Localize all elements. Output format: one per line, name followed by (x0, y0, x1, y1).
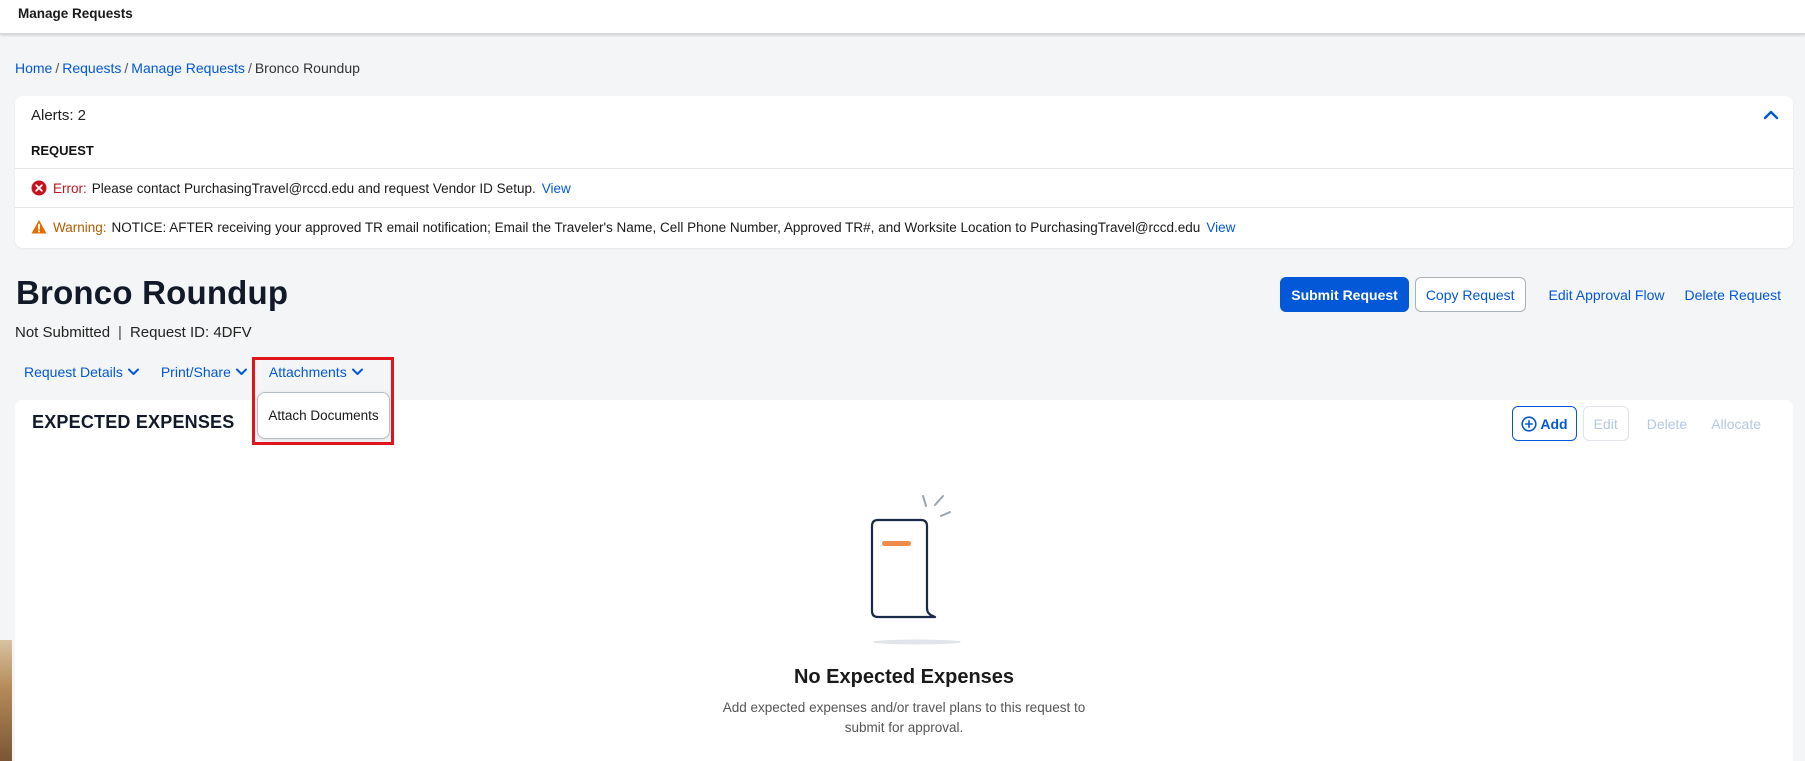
expected-expenses-panel: EXPECTED EXPENSES Add Edit Delete Alloca… (15, 400, 1793, 761)
breadcrumb-separator: / (124, 60, 129, 76)
breadcrumb-home[interactable]: Home (15, 60, 52, 76)
attachments-label: Attachments (268, 364, 347, 380)
edit-approval-flow-button[interactable]: Edit Approval Flow (1543, 277, 1671, 312)
breadcrumb-manage-requests[interactable]: Manage Requests (131, 60, 245, 76)
empty-state-line: Add expected expenses and/or travel plan… (722, 700, 1086, 715)
alert-warning-label: Warning: (53, 219, 107, 235)
alert-error-view-link[interactable]: View (542, 181, 571, 196)
allocate-expense-button[interactable]: Allocate (1705, 406, 1767, 441)
chevron-down-icon (351, 368, 363, 375)
attachments-menu[interactable]: Attachments (269, 364, 363, 380)
chevron-down-icon (127, 368, 139, 375)
alert-error-row: Error: Please contact PurchasingTravel@r… (15, 168, 1793, 207)
breadcrumb-requests[interactable]: Requests (62, 60, 121, 76)
breadcrumb-separator: / (55, 60, 60, 76)
alerts-panel: Alerts: 2 REQUEST Error: Please contact … (15, 96, 1793, 248)
alerts-section-label: REQUEST (31, 143, 94, 158)
print-share-label: Print/Share (160, 364, 231, 380)
alert-warning-view-link[interactable]: View (1206, 220, 1235, 235)
request-status: Not Submitted (15, 324, 111, 341)
error-circle-icon (31, 180, 47, 196)
expenses-title: EXPECTED EXPENSES (32, 412, 235, 432)
add-expense-button[interactable]: Add (1512, 406, 1577, 441)
app-title: Manage Requests (18, 6, 133, 21)
breadcrumb-current: Bronco Roundup (254, 60, 360, 76)
copy-request-button[interactable]: Copy Request (1414, 277, 1526, 312)
request-status-line: Not Submitted | Request ID: 4DFV (15, 324, 252, 341)
alert-error-message: Please contact PurchasingTravel@rccd.edu… (91, 180, 536, 196)
edit-expense-button[interactable]: Edit (1582, 406, 1629, 441)
alert-error-label: Error: (53, 180, 87, 196)
request-details-label: Request Details (24, 364, 123, 380)
breadcrumb-separator: / (247, 60, 252, 76)
request-subnav: Request Details Print/Share Attachments (24, 364, 385, 380)
chevron-up-icon[interactable] (1763, 108, 1779, 122)
request-id: Request ID: 4DFV (129, 324, 252, 341)
request-actions: Submit Request Copy Request Edit Approva… (1280, 277, 1787, 312)
background-photo-edge (0, 640, 12, 761)
alert-warning-row: Warning: NOTICE: AFTER receiving your ap… (15, 207, 1793, 246)
alert-warning-message: NOTICE: AFTER receiving your approved TR… (111, 219, 1201, 235)
expenses-actions: Add Edit Delete Allocate (1512, 406, 1767, 441)
chevron-down-icon (235, 368, 247, 375)
add-expense-label: Add (1540, 415, 1568, 432)
delete-expense-button[interactable]: Delete (1641, 406, 1693, 441)
attach-documents-menu-item[interactable]: Attach Documents (268, 408, 378, 423)
empty-state-line: submit for approval. (844, 720, 964, 735)
top-bar: Manage Requests (0, 0, 1805, 34)
delete-request-button[interactable]: Delete Request (1678, 277, 1787, 312)
alerts-count: Alerts: 2 (31, 107, 87, 124)
submit-request-button[interactable]: Submit Request (1280, 277, 1409, 312)
attachments-dropdown: Attach Documents (257, 392, 390, 439)
page-title: Bronco Roundup (16, 274, 289, 311)
breadcrumb: Home / Requests / Manage Requests / Bronco Rou… (15, 60, 360, 76)
request-details-menu[interactable]: Request Details (24, 364, 139, 380)
status-separator: | (118, 324, 122, 341)
plus-circle-icon (1521, 415, 1537, 432)
empty-state-description: Add expected expenses and/or travel plan… (15, 698, 1793, 738)
print-share-menu[interactable]: Print/Share (161, 364, 247, 380)
warning-triangle-icon (31, 220, 47, 234)
empty-state-title: No Expected Expenses (793, 666, 1015, 688)
empty-document-icon (870, 495, 961, 645)
